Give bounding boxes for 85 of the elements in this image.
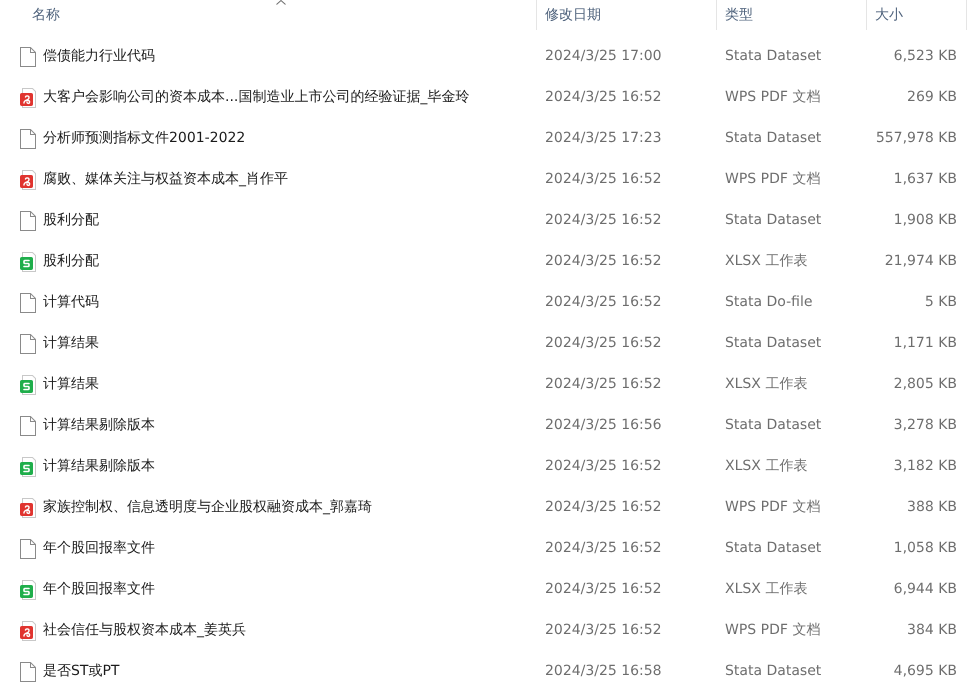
file-size: 21,974 KB — [884, 252, 957, 271]
modified-date: 2024/3/25 17:00 — [545, 48, 662, 64]
pdf-file-icon — [20, 88, 36, 108]
file-size: 1,637 KB — [894, 170, 957, 189]
file-size: 384 KB — [907, 621, 957, 640]
modified-date: 2024/3/25 16:52 — [545, 581, 662, 597]
file-name[interactable]: 大客户会影响公司的资本成本...国制造业上市公司的经验证据_毕金玲 — [43, 87, 470, 108]
file-name[interactable]: 是否ST或PT — [43, 661, 120, 682]
file-name[interactable]: 计算结果剔除版本 — [43, 456, 155, 477]
modified-date: 2024/3/25 16:58 — [545, 663, 662, 679]
column-header[interactable]: 大小 — [867, 0, 967, 30]
file-type: WPS PDF 文档 — [725, 171, 820, 187]
file-type: Stata Dataset — [725, 130, 822, 146]
file-size: 1,058 KB — [894, 539, 957, 558]
column-header[interactable]: 类型 — [717, 0, 867, 30]
file-type: WPS PDF 文档 — [725, 499, 820, 515]
modified-date: 2024/3/25 16:52 — [545, 622, 662, 638]
file-size: 6,944 KB — [894, 580, 957, 599]
file-type: WPS PDF 文档 — [725, 622, 820, 638]
file-size: 388 KB — [907, 498, 957, 517]
file-type: Stata Dataset — [725, 48, 822, 64]
file-type: XLSX 工作表 — [725, 458, 808, 474]
file-name[interactable]: 腐败、媒体关注与权益资本成本_肖作平 — [43, 169, 288, 190]
file-type: XLSX 工作表 — [725, 376, 808, 392]
spreadsheet-file-icon — [20, 252, 36, 272]
pdf-file-icon — [20, 498, 36, 518]
modified-date: 2024/3/25 16:56 — [545, 417, 662, 433]
file-size: 1,171 KB — [894, 334, 957, 353]
modified-date: 2024/3/25 16:52 — [545, 294, 662, 310]
column-header[interactable]: 修改日期 — [537, 0, 717, 30]
sort-chevron-icon — [276, 0, 286, 5]
file-type: Stata Dataset — [725, 663, 822, 679]
file-name[interactable]: 年个股回报率文件 — [43, 579, 155, 600]
file-size: 3,278 KB — [894, 416, 957, 435]
file-type: Stata Dataset — [725, 540, 822, 556]
file-size: 6,523 KB — [894, 47, 957, 66]
file-size: 2,805 KB — [894, 375, 957, 394]
file-name[interactable]: 偿债能力行业代码 — [43, 46, 155, 67]
modified-date: 2024/3/25 16:52 — [545, 499, 662, 515]
modified-date: 2024/3/25 16:52 — [545, 89, 662, 105]
modified-date: 2024/3/25 17:23 — [545, 130, 662, 146]
pdf-file-icon — [20, 620, 36, 640]
blank-file-icon — [20, 128, 36, 148]
modified-date: 2024/3/25 16:52 — [545, 458, 662, 474]
spreadsheet-file-icon — [20, 374, 36, 394]
blank-file-icon — [20, 46, 36, 66]
file-type: Stata Dataset — [725, 335, 822, 351]
file-size: 5 KB — [924, 293, 957, 312]
file-size: 557,978 KB — [876, 129, 957, 148]
file-size: 4,695 KB — [894, 662, 957, 681]
file-name[interactable]: 年个股回报率文件 — [43, 538, 155, 559]
file-type: XLSX 工作表 — [725, 581, 808, 597]
file-size: 269 KB — [907, 88, 957, 107]
blank-file-icon — [20, 538, 36, 558]
file-name[interactable]: 家族控制权、信息透明度与企业股权融资成本_郭嘉琦 — [43, 497, 372, 518]
modified-date: 2024/3/25 16:52 — [545, 253, 662, 269]
column-header[interactable]: 名称 — [0, 0, 537, 30]
modified-date: 2024/3/25 16:52 — [545, 171, 662, 187]
file-name[interactable]: 股利分配 — [43, 251, 99, 272]
file-name[interactable]: 股利分配 — [43, 210, 99, 231]
file-type: Stata Do-file — [725, 294, 812, 310]
blank-file-icon — [20, 334, 36, 354]
file-type: WPS PDF 文档 — [725, 89, 820, 105]
modified-date: 2024/3/25 16:52 — [545, 376, 662, 392]
file-name[interactable]: 社会信任与股权资本成本_姜英兵 — [43, 620, 246, 641]
file-name[interactable]: 计算结果剔除版本 — [43, 415, 155, 436]
file-type: Stata Dataset — [725, 212, 822, 228]
file-name[interactable]: 计算结果 — [43, 333, 99, 354]
blank-file-icon — [20, 210, 36, 230]
file-name[interactable]: 分析师预测指标文件2001-2022 — [43, 128, 246, 149]
spreadsheet-file-icon — [20, 456, 36, 476]
file-size: 1,908 KB — [894, 211, 957, 230]
blank-file-icon — [20, 416, 36, 436]
pdf-file-icon — [20, 170, 36, 190]
file-name[interactable]: 计算结果 — [43, 374, 99, 395]
file-type: Stata Dataset — [725, 417, 822, 433]
file-size: 3,182 KB — [894, 457, 957, 476]
modified-date: 2024/3/25 16:52 — [545, 335, 662, 351]
spreadsheet-file-icon — [20, 580, 36, 600]
file-name[interactable]: 计算代码 — [43, 292, 99, 313]
file-type: XLSX 工作表 — [725, 253, 808, 269]
blank-file-icon — [20, 662, 36, 682]
modified-date: 2024/3/25 16:52 — [545, 540, 662, 556]
blank-file-icon — [20, 292, 36, 312]
modified-date: 2024/3/25 16:52 — [545, 212, 662, 228]
